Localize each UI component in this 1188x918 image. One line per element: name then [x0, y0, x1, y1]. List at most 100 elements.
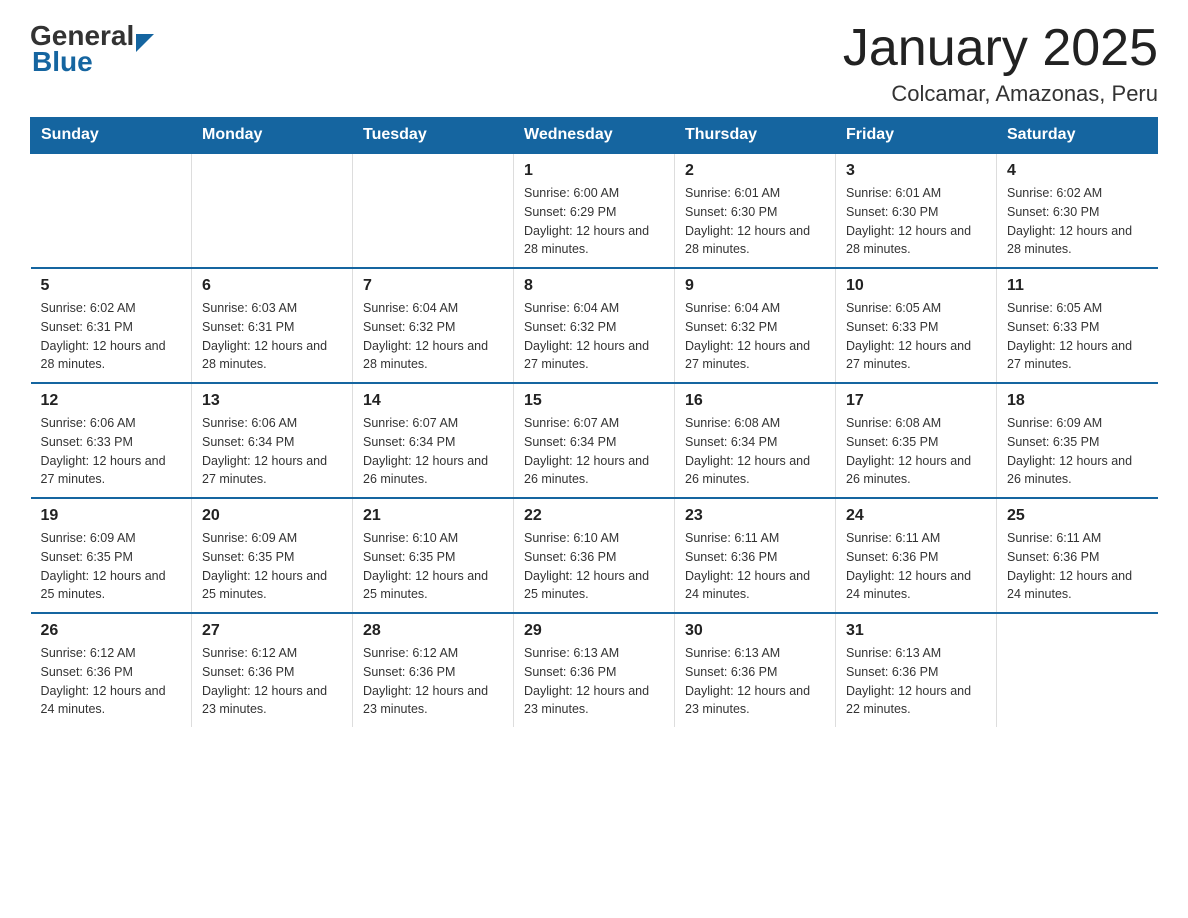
calendar-header-row: SundayMondayTuesdayWednesdayThursdayFrid… — [31, 118, 1158, 154]
day-number: 11 — [1007, 277, 1148, 295]
calendar-day-cell: 26 Sunrise: 6:12 AMSunset: 6:36 PMDayligh… — [31, 613, 192, 727]
day-number: 26 — [41, 622, 182, 640]
day-info: Sunrise: 6:09 AMSunset: 6:35 PMDaylight:… — [41, 529, 182, 604]
day-of-week-header: Wednesday — [514, 118, 675, 154]
calendar-day-cell: 14 Sunrise: 6:07 AMSunset: 6:34 PMDayligh… — [353, 383, 514, 498]
calendar-day-cell: 11 Sunrise: 6:05 AMSunset: 6:33 PMDayligh… — [997, 268, 1158, 383]
day-of-week-header: Thursday — [675, 118, 836, 154]
day-of-week-header: Tuesday — [353, 118, 514, 154]
calendar-day-cell: 10 Sunrise: 6:05 AMSunset: 6:33 PMDayligh… — [836, 268, 997, 383]
calendar-day-cell: 22Sunrise: 6:10 AMSunset: 6:36 PMDayligh… — [514, 498, 675, 613]
logo-blue: Blue — [30, 46, 154, 78]
page-header: General Blue January 2025 Colcamar, Amaz… — [30, 20, 1158, 107]
day-number: 9 — [685, 277, 825, 295]
calendar-week-row: 26 Sunrise: 6:12 AMSunset: 6:36 PMDayligh… — [31, 613, 1158, 727]
day-info: Sunrise: 6:09 AMSunset: 6:35 PMDaylight:… — [1007, 414, 1148, 489]
calendar-day-cell: 19 Sunrise: 6:09 AMSunset: 6:35 PMDayligh… — [31, 498, 192, 613]
day-info: Sunrise: 6:00 AMSunset: 6:29 PMDaylight:… — [524, 184, 664, 259]
calendar-subtitle: Colcamar, Amazonas, Peru — [843, 81, 1158, 107]
day-info: Sunrise: 6:04 AMSunset: 6:32 PMDaylight:… — [685, 299, 825, 374]
day-number: 15 — [524, 392, 664, 410]
calendar-title: January 2025 — [843, 20, 1158, 77]
day-info: Sunrise: 6:12 AMSunset: 6:36 PMDaylight:… — [41, 644, 182, 719]
day-info: Sunrise: 6:07 AMSunset: 6:34 PMDaylight:… — [524, 414, 664, 489]
day-number: 12 — [41, 392, 182, 410]
day-info: Sunrise: 6:02 AMSunset: 6:31 PMDaylight:… — [41, 299, 182, 374]
calendar-week-row: 1Sunrise: 6:00 AMSunset: 6:29 PMDaylight… — [31, 153, 1158, 268]
day-number: 7 — [363, 277, 503, 295]
calendar-day-cell: 3Sunrise: 6:01 AMSunset: 6:30 PMDaylight… — [836, 153, 997, 268]
calendar-day-cell — [353, 153, 514, 268]
day-info: Sunrise: 6:01 AMSunset: 6:30 PMDaylight:… — [685, 184, 825, 259]
calendar-day-cell: 24Sunrise: 6:11 AMSunset: 6:36 PMDayligh… — [836, 498, 997, 613]
day-info: Sunrise: 6:10 AMSunset: 6:36 PMDaylight:… — [524, 529, 664, 604]
day-info: Sunrise: 6:05 AMSunset: 6:33 PMDaylight:… — [1007, 299, 1148, 374]
calendar-day-cell: 9 Sunrise: 6:04 AMSunset: 6:32 PMDaylight… — [675, 268, 836, 383]
calendar-day-cell: 1Sunrise: 6:00 AMSunset: 6:29 PMDaylight… — [514, 153, 675, 268]
day-number: 31 — [846, 622, 986, 640]
calendar-week-row: 12 Sunrise: 6:06 AMSunset: 6:33 PMDayligh… — [31, 383, 1158, 498]
day-info: Sunrise: 6:04 AMSunset: 6:32 PMDaylight:… — [524, 299, 664, 374]
calendar-day-cell: 20Sunrise: 6:09 AMSunset: 6:35 PMDayligh… — [192, 498, 353, 613]
day-of-week-header: Saturday — [997, 118, 1158, 154]
calendar-day-cell: 6 Sunrise: 6:03 AMSunset: 6:31 PMDaylight… — [192, 268, 353, 383]
day-number: 23 — [685, 507, 825, 525]
day-number: 24 — [846, 507, 986, 525]
calendar-day-cell: 30 Sunrise: 6:13 AMSunset: 6:36 PMDayligh… — [675, 613, 836, 727]
day-number: 29 — [524, 622, 664, 640]
day-number: 19 — [41, 507, 182, 525]
calendar-day-cell: 17Sunrise: 6:08 AMSunset: 6:35 PMDayligh… — [836, 383, 997, 498]
day-number: 6 — [202, 277, 342, 295]
day-info: Sunrise: 6:11 AMSunset: 6:36 PMDaylight:… — [685, 529, 825, 604]
day-number: 27 — [202, 622, 342, 640]
calendar-day-cell: 13 Sunrise: 6:06 AMSunset: 6:34 PMDayligh… — [192, 383, 353, 498]
calendar-day-cell: 23 Sunrise: 6:11 AMSunset: 6:36 PMDayligh… — [675, 498, 836, 613]
calendar-day-cell: 28Sunrise: 6:12 AMSunset: 6:36 PMDayligh… — [353, 613, 514, 727]
calendar-table: SundayMondayTuesdayWednesdayThursdayFrid… — [30, 117, 1158, 727]
day-info: Sunrise: 6:05 AMSunset: 6:33 PMDaylight:… — [846, 299, 986, 374]
day-number: 18 — [1007, 392, 1148, 410]
day-info: Sunrise: 6:04 AMSunset: 6:32 PMDaylight:… — [363, 299, 503, 374]
calendar-day-cell: 12 Sunrise: 6:06 AMSunset: 6:33 PMDayligh… — [31, 383, 192, 498]
calendar-day-cell: 4Sunrise: 6:02 AMSunset: 6:30 PMDaylight… — [997, 153, 1158, 268]
calendar-day-cell: 5Sunrise: 6:02 AMSunset: 6:31 PMDaylight… — [31, 268, 192, 383]
day-info: Sunrise: 6:11 AMSunset: 6:36 PMDaylight:… — [1007, 529, 1148, 604]
calendar-week-row: 19 Sunrise: 6:09 AMSunset: 6:35 PMDayligh… — [31, 498, 1158, 613]
day-info: Sunrise: 6:01 AMSunset: 6:30 PMDaylight:… — [846, 184, 986, 259]
calendar-day-cell: 8 Sunrise: 6:04 AMSunset: 6:32 PMDaylight… — [514, 268, 675, 383]
day-number: 4 — [1007, 162, 1148, 180]
day-info: Sunrise: 6:06 AMSunset: 6:33 PMDaylight:… — [41, 414, 182, 489]
calendar-day-cell — [997, 613, 1158, 727]
calendar-day-cell: 25 Sunrise: 6:11 AMSunset: 6:36 PMDayligh… — [997, 498, 1158, 613]
day-info: Sunrise: 6:13 AMSunset: 6:36 PMDaylight:… — [685, 644, 825, 719]
day-number: 16 — [685, 392, 825, 410]
logo: General Blue — [30, 20, 154, 78]
calendar-day-cell — [192, 153, 353, 268]
day-number: 30 — [685, 622, 825, 640]
day-number: 13 — [202, 392, 342, 410]
day-info: Sunrise: 6:13 AMSunset: 6:36 PMDaylight:… — [846, 644, 986, 719]
day-number: 8 — [524, 277, 664, 295]
day-of-week-header: Friday — [836, 118, 997, 154]
calendar-week-row: 5Sunrise: 6:02 AMSunset: 6:31 PMDaylight… — [31, 268, 1158, 383]
calendar-day-cell: 2Sunrise: 6:01 AMSunset: 6:30 PMDaylight… — [675, 153, 836, 268]
day-number: 14 — [363, 392, 503, 410]
calendar-day-cell: 16 Sunrise: 6:08 AMSunset: 6:34 PMDayligh… — [675, 383, 836, 498]
calendar-day-cell: 27Sunrise: 6:12 AMSunset: 6:36 PMDayligh… — [192, 613, 353, 727]
day-number: 10 — [846, 277, 986, 295]
day-info: Sunrise: 6:13 AMSunset: 6:36 PMDaylight:… — [524, 644, 664, 719]
day-info: Sunrise: 6:08 AMSunset: 6:35 PMDaylight:… — [846, 414, 986, 489]
day-of-week-header: Monday — [192, 118, 353, 154]
day-number: 28 — [363, 622, 503, 640]
day-info: Sunrise: 6:07 AMSunset: 6:34 PMDaylight:… — [363, 414, 503, 489]
day-info: Sunrise: 6:03 AMSunset: 6:31 PMDaylight:… — [202, 299, 342, 374]
title-block: January 2025 Colcamar, Amazonas, Peru — [843, 20, 1158, 107]
day-info: Sunrise: 6:08 AMSunset: 6:34 PMDaylight:… — [685, 414, 825, 489]
day-of-week-header: Sunday — [31, 118, 192, 154]
calendar-day-cell: 29 Sunrise: 6:13 AMSunset: 6:36 PMDayligh… — [514, 613, 675, 727]
day-info: Sunrise: 6:06 AMSunset: 6:34 PMDaylight:… — [202, 414, 342, 489]
day-info: Sunrise: 6:09 AMSunset: 6:35 PMDaylight:… — [202, 529, 342, 604]
day-number: 25 — [1007, 507, 1148, 525]
calendar-day-cell: 21Sunrise: 6:10 AMSunset: 6:35 PMDayligh… — [353, 498, 514, 613]
calendar-day-cell: 15 Sunrise: 6:07 AMSunset: 6:34 PMDayligh… — [514, 383, 675, 498]
